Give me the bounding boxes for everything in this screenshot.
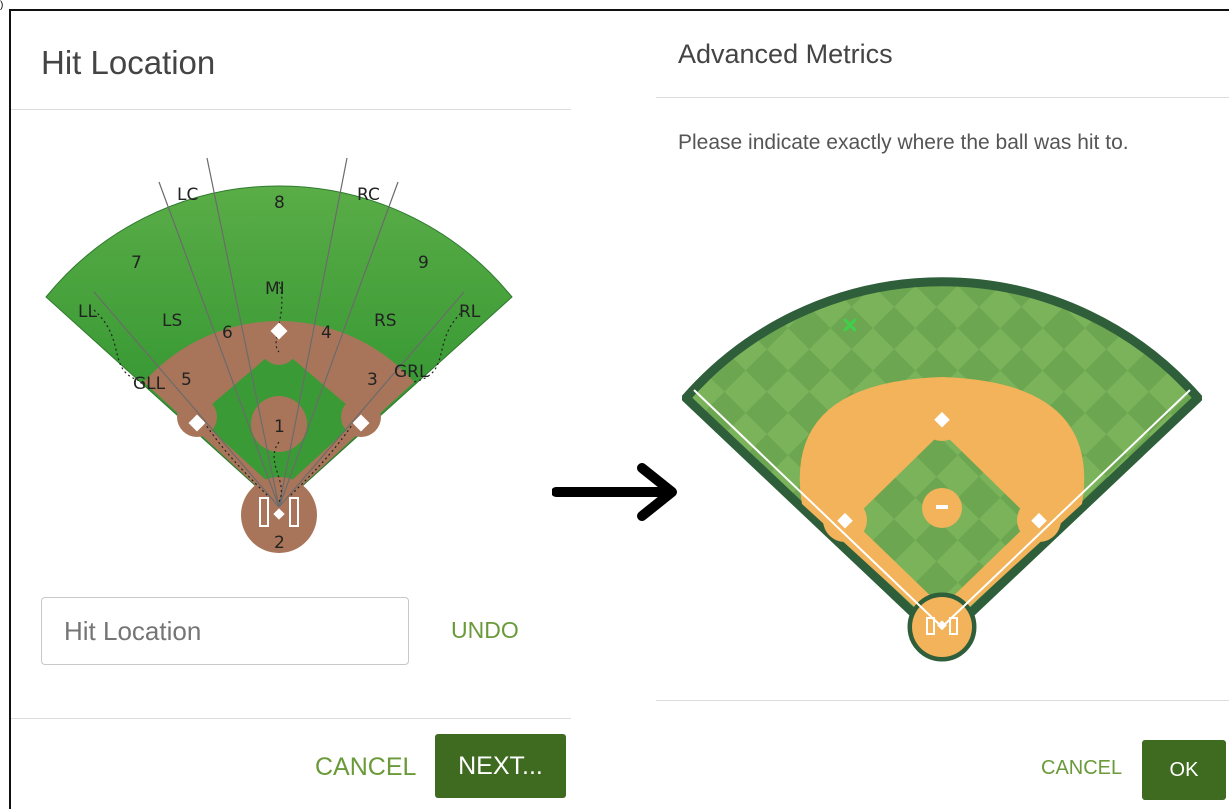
zone-label-rs: RS [374, 311, 397, 331]
dialog-title: Advanced Metrics [678, 39, 893, 69]
dialog-title: Hit Location [41, 44, 216, 81]
zone-label-rc: RC [357, 185, 380, 205]
zone-label-4: 4 [321, 323, 332, 343]
zone-label-mi: MI [265, 279, 285, 299]
hit-location-input[interactable] [41, 597, 409, 665]
zone-label-5: 5 [181, 370, 192, 390]
zone-label-grl: GRL [394, 362, 429, 382]
zone-label-lc: LC [177, 185, 198, 205]
undo-button[interactable]: UNDO [451, 617, 519, 644]
zone-label-ll: LL [78, 302, 97, 322]
divider [11, 109, 571, 110]
zone-label-rl: RL [459, 302, 481, 322]
zone-label-3: 3 [367, 370, 378, 390]
zone-label-gll: GLL [133, 374, 166, 394]
zone-label-2: 2 [274, 533, 285, 553]
instruction-text: Please indicate exactly where the ball w… [678, 131, 1129, 154]
corner-mark: ) [0, 0, 4, 11]
pitchers-rubber [936, 505, 948, 509]
cancel-button[interactable]: CANCEL [1041, 757, 1122, 780]
zone-label-ls: LS [162, 311, 182, 331]
divider [656, 97, 1229, 98]
zone-label-6: 6 [222, 323, 233, 343]
divider [656, 700, 1229, 701]
next-button[interactable]: NEXT... [435, 734, 566, 798]
ok-button[interactable]: OK [1142, 740, 1226, 800]
divider [11, 718, 571, 719]
cancel-button[interactable]: CANCEL [315, 753, 416, 782]
zone-label-8: 8 [274, 193, 285, 213]
hit-location-field-diagram[interactable]: LC 8 RC 7 9 MI LL LS 6 4 RS RL GLL 5 3 G… [34, 142, 524, 558]
zone-label-7: 7 [131, 253, 142, 273]
zone-label-1: 1 [274, 417, 285, 437]
zone-label-9: 9 [418, 253, 429, 273]
advanced-metrics-field-diagram[interactable] [682, 222, 1202, 664]
